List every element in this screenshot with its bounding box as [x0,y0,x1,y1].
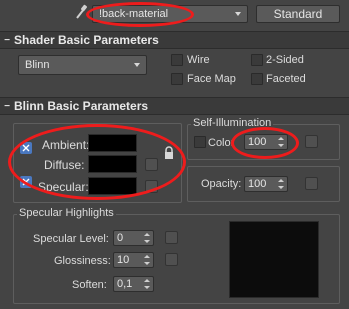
faceted-label: Faceted [266,73,306,85]
specular-label: Specular: [38,180,89,194]
chevron-down-icon [235,12,241,16]
material-name: !back-material [99,8,169,20]
soften-value: 0,1 [117,278,133,290]
opacity-map-button[interactable] [305,177,318,190]
wire-checkbox[interactable] [171,54,183,66]
collapse-toggle: − [4,34,10,46]
face-map-label: Face Map [187,73,236,85]
highlight-curve-preview [229,221,319,298]
two-sided-checkbox[interactable] [251,54,263,66]
link-icon[interactable] [20,142,32,154]
spinner-arrows-icon[interactable] [144,255,150,265]
wire-label: Wire [187,54,210,66]
lock-icon[interactable] [163,146,175,160]
rollout-title: Shader Basic Parameters [14,33,159,47]
opacity-spinner[interactable]: 100 [244,176,288,192]
self-illumination-spinner[interactable]: 100 [244,134,288,150]
self-illumination-map-button[interactable] [305,135,318,148]
faceted-checkbox[interactable] [251,73,263,85]
diffuse-label: Diffuse: [44,158,85,172]
self-illumination-title: Self-Illumination [191,117,274,129]
specular-color-swatch[interactable] [88,177,137,195]
specular-map-button[interactable] [145,180,158,193]
material-name-dropdown[interactable]: !back-material [92,5,248,23]
specular-level-value: 0 [117,232,124,244]
collapse-toggle: − [4,100,10,112]
soften-label: Soften: [72,279,107,291]
chevron-down-icon [134,63,140,67]
self-illumination-value: 100 [248,136,267,148]
self-illumination-color-label: Color [208,137,235,149]
glossiness-map-button[interactable] [165,253,178,266]
self-illumination-color-checkbox[interactable] [194,136,206,148]
glossiness-value: 10 [117,254,130,266]
ambient-label: Ambient: [42,138,90,152]
blinn-basic-parameters-header[interactable]: − Blinn Basic Parameters [0,97,349,115]
diffuse-color-swatch[interactable] [88,155,137,173]
rollout-title: Blinn Basic Parameters [14,99,149,113]
shader-basic-parameters-header[interactable]: − Shader Basic Parameters [0,31,349,49]
glossiness-label: Glossiness: [54,255,111,267]
material-type-button[interactable]: Standard [256,5,340,23]
specular-level-spinner[interactable]: 0 [113,230,154,246]
link-icon[interactable] [20,176,32,188]
glossiness-spinner[interactable]: 10 [113,252,154,268]
opacity-value: 100 [248,178,267,190]
specular-highlights-title: Specular Highlights [17,207,116,219]
ambient-color-swatch[interactable] [88,134,137,152]
eyedropper-icon[interactable] [74,4,88,20]
spinner-arrows-icon[interactable] [278,179,284,189]
specular-level-label: Specular Level: [33,233,109,245]
specular-level-map-button[interactable] [165,231,178,244]
spinner-arrows-icon[interactable] [144,279,150,289]
shader-type-dropdown[interactable]: Blinn [18,55,147,75]
shader-type-value: Blinn [25,59,50,71]
spinner-arrows-icon[interactable] [278,137,284,147]
opacity-label: Opacity: [201,178,242,190]
soften-spinner[interactable]: 0,1 [113,276,154,292]
spinner-arrows-icon[interactable] [144,233,150,243]
two-sided-label: 2-Sided [266,54,304,66]
diffuse-map-button[interactable] [145,158,158,171]
face-map-checkbox[interactable] [171,73,183,85]
